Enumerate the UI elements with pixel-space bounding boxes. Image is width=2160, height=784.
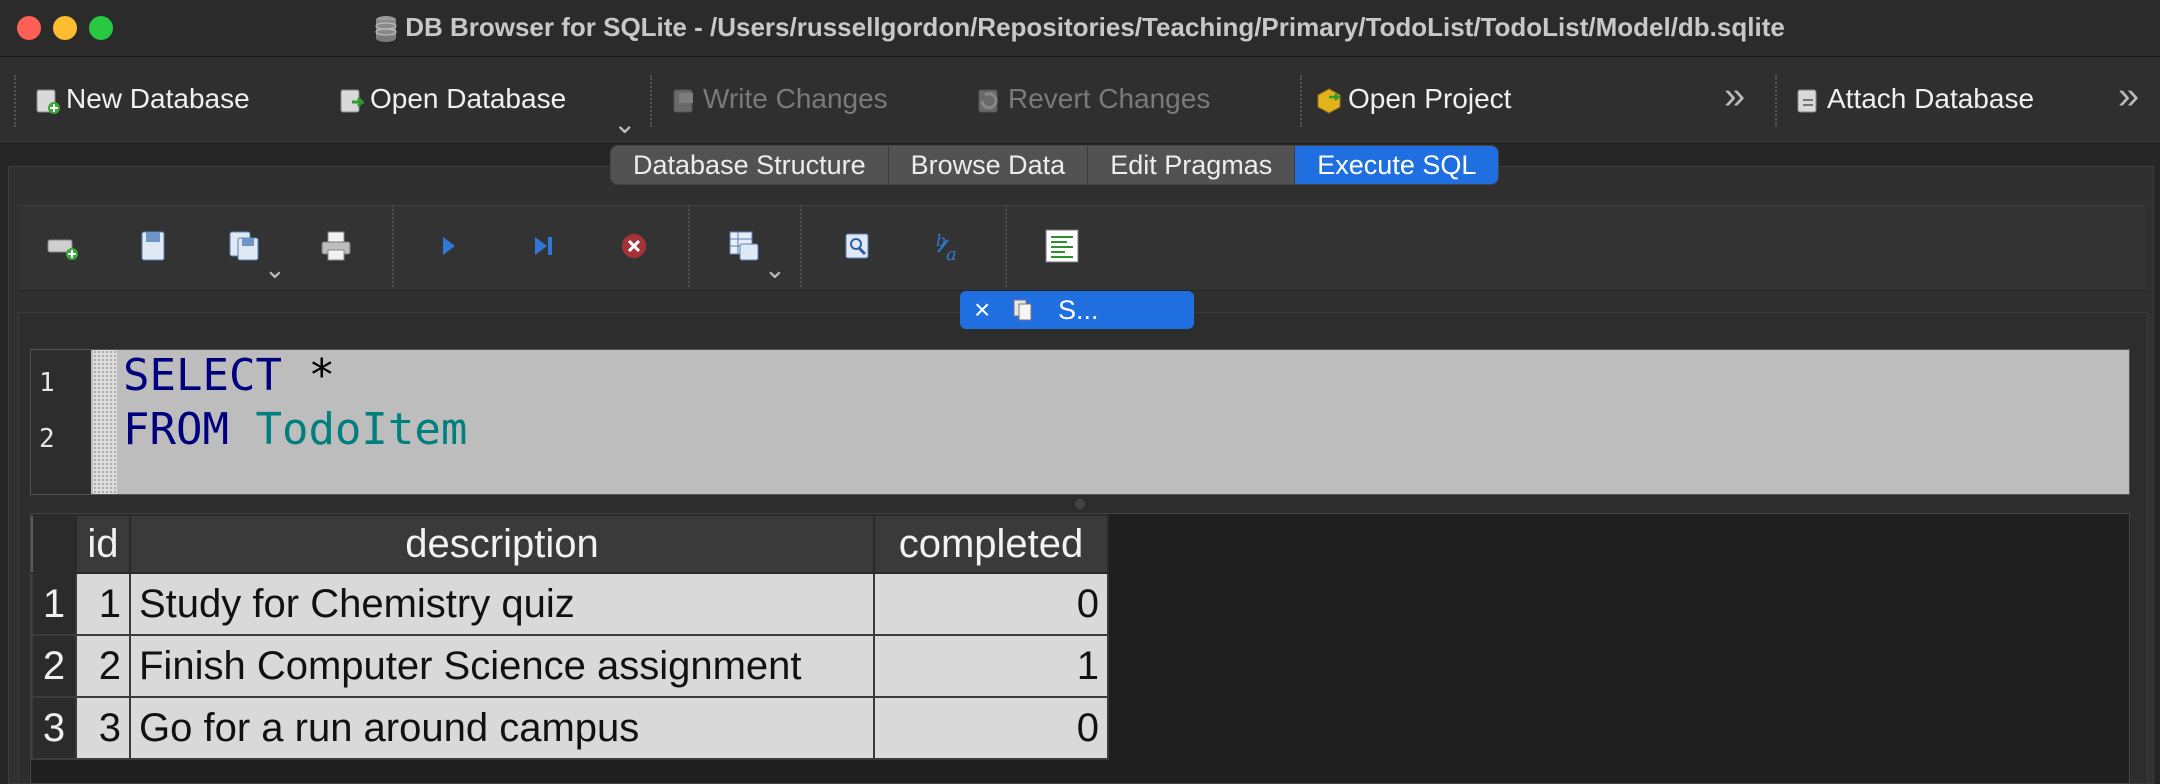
tab-execute-sql[interactable]: Execute SQL xyxy=(1295,146,1499,184)
sql-code-editor[interactable]: 1 2 SELECT * FROM TodoItem xyxy=(30,349,2130,495)
save-results-dropdown-chevron-icon[interactable]: ⌄ xyxy=(764,254,786,285)
close-tab-icon[interactable]: × xyxy=(974,291,990,329)
table-row[interactable]: 1 1 Study for Chemistry quiz 0 xyxy=(31,572,1109,636)
sql-keyword: FROM xyxy=(123,404,229,455)
toolbar-separator xyxy=(1775,75,1777,127)
toolbar-separator xyxy=(1005,205,1007,287)
toolbar-separator xyxy=(650,75,652,127)
comment-icon[interactable] xyxy=(1044,228,1080,264)
write-changes-button[interactable]: Write Changes xyxy=(671,79,888,119)
toolbar-separator xyxy=(14,75,16,127)
open-tab-icon[interactable] xyxy=(44,228,80,264)
open-project-icon xyxy=(1317,88,1342,114)
new-database-button[interactable]: New Database xyxy=(34,79,250,119)
corner-header[interactable] xyxy=(31,514,77,574)
open-database-label: Open Database xyxy=(370,83,567,114)
open-database-button[interactable]: Open Database xyxy=(338,79,566,119)
write-changes-label: Write Changes xyxy=(703,83,888,114)
tab-browse-data[interactable]: Browse Data xyxy=(889,146,1089,184)
toolbar-separator xyxy=(392,205,394,287)
cell-completed[interactable]: 0 xyxy=(873,572,1109,636)
execute-current-line-icon[interactable] xyxy=(524,228,560,264)
open-database-icon xyxy=(340,89,364,113)
tab-database-structure[interactable]: Database Structure xyxy=(611,146,889,184)
cell-description[interactable]: Go for a run around campus xyxy=(129,696,875,760)
execute-all-icon[interactable] xyxy=(430,228,466,264)
window-title: DB Browser for SQLite - /Users/russellgo… xyxy=(0,0,2160,56)
new-database-icon xyxy=(36,89,60,114)
table-header-row: id description completed xyxy=(31,514,1109,574)
database-icon xyxy=(375,16,397,43)
row-header[interactable]: 1 xyxy=(31,572,77,636)
line-number: 1 xyxy=(39,368,55,398)
save-results-icon[interactable] xyxy=(726,228,762,264)
open-project-label: Open Project xyxy=(1348,83,1512,114)
cell-completed[interactable]: 1 xyxy=(873,634,1109,698)
splitter-handle[interactable] xyxy=(1075,499,1085,509)
table-row[interactable]: 2 2 Finish Computer Science assignment 1 xyxy=(31,634,1109,698)
attach-database-icon xyxy=(1797,89,1817,113)
row-header[interactable]: 3 xyxy=(31,696,77,760)
open-database-dropdown-chevron-icon[interactable]: ⌄ xyxy=(613,107,636,140)
attach-database-label: Attach Database xyxy=(1827,83,2035,114)
cell-description[interactable]: Study for Chemistry quiz xyxy=(129,572,875,636)
line-number: 2 xyxy=(39,424,55,454)
toolbar-separator xyxy=(800,205,802,287)
toolbar-separator xyxy=(1300,75,1302,127)
toolbar-overflow-chevron-icon[interactable]: » xyxy=(2118,75,2139,118)
editor-margin xyxy=(93,350,117,494)
attach-database-button[interactable]: Attach Database xyxy=(1795,79,2034,119)
find-replace-icon[interactable]: b a xyxy=(932,228,968,264)
column-header-description[interactable]: description xyxy=(129,514,875,574)
revert-changes-button[interactable]: Revert Changes xyxy=(976,79,1210,119)
save-sql-dropdown-chevron-icon[interactable]: ⌄ xyxy=(264,254,286,285)
column-header-completed[interactable]: completed xyxy=(873,514,1109,574)
title-bar: DB Browser for SQLite - /Users/russellgo… xyxy=(0,0,2160,57)
document-icon xyxy=(1013,299,1032,321)
write-changes-icon xyxy=(673,89,693,113)
sql-keyword: SELECT xyxy=(123,350,282,401)
results-grid: id description completed 1 1 Study for C… xyxy=(30,513,2130,784)
open-sql-file-icon[interactable] xyxy=(136,228,172,264)
svg-text:a: a xyxy=(946,244,957,264)
query-tab-label: S... xyxy=(1058,295,1099,325)
sql-operator: * xyxy=(281,350,335,401)
find-icon[interactable] xyxy=(840,228,876,264)
results-table: id description completed 1 1 Study for C… xyxy=(31,514,1109,760)
code-line-1: SELECT * xyxy=(123,350,335,401)
new-database-label: New Database xyxy=(66,83,250,114)
main-tab-bar: Database Structure Browse Data Edit Prag… xyxy=(610,145,1500,185)
toolbar-overflow-chevron-icon[interactable]: » xyxy=(1724,75,1745,118)
cell-id[interactable]: 3 xyxy=(75,696,131,760)
save-sql-file-icon[interactable] xyxy=(226,228,262,264)
table-row[interactable]: 3 3 Go for a run around campus 0 xyxy=(31,696,1109,760)
cell-id[interactable]: 2 xyxy=(75,634,131,698)
query-tab[interactable]: × S... xyxy=(960,291,1194,329)
stop-execution-icon[interactable] xyxy=(616,228,652,264)
revert-changes-label: Revert Changes xyxy=(1008,83,1211,114)
tab-edit-pragmas[interactable]: Edit Pragmas xyxy=(1088,146,1296,184)
cell-id[interactable]: 1 xyxy=(75,572,131,636)
revert-changes-icon xyxy=(978,89,998,113)
main-toolbar: New Database Open Database ⌄ Write Chang… xyxy=(0,57,2160,144)
cell-completed[interactable]: 0 xyxy=(873,696,1109,760)
line-number-gutter: 1 2 xyxy=(31,350,91,494)
window-title-text: DB Browser for SQLite - /Users/russellgo… xyxy=(405,12,1785,42)
row-header[interactable]: 2 xyxy=(31,634,77,698)
cell-description[interactable]: Finish Computer Science assignment xyxy=(129,634,875,698)
column-header-id[interactable]: id xyxy=(75,514,131,574)
open-project-button[interactable]: Open Project xyxy=(1316,79,1511,119)
sql-identifier: TodoItem xyxy=(228,404,468,455)
code-line-2: FROM TodoItem xyxy=(123,404,467,455)
print-icon[interactable] xyxy=(318,228,354,264)
toolbar-separator xyxy=(688,205,690,287)
